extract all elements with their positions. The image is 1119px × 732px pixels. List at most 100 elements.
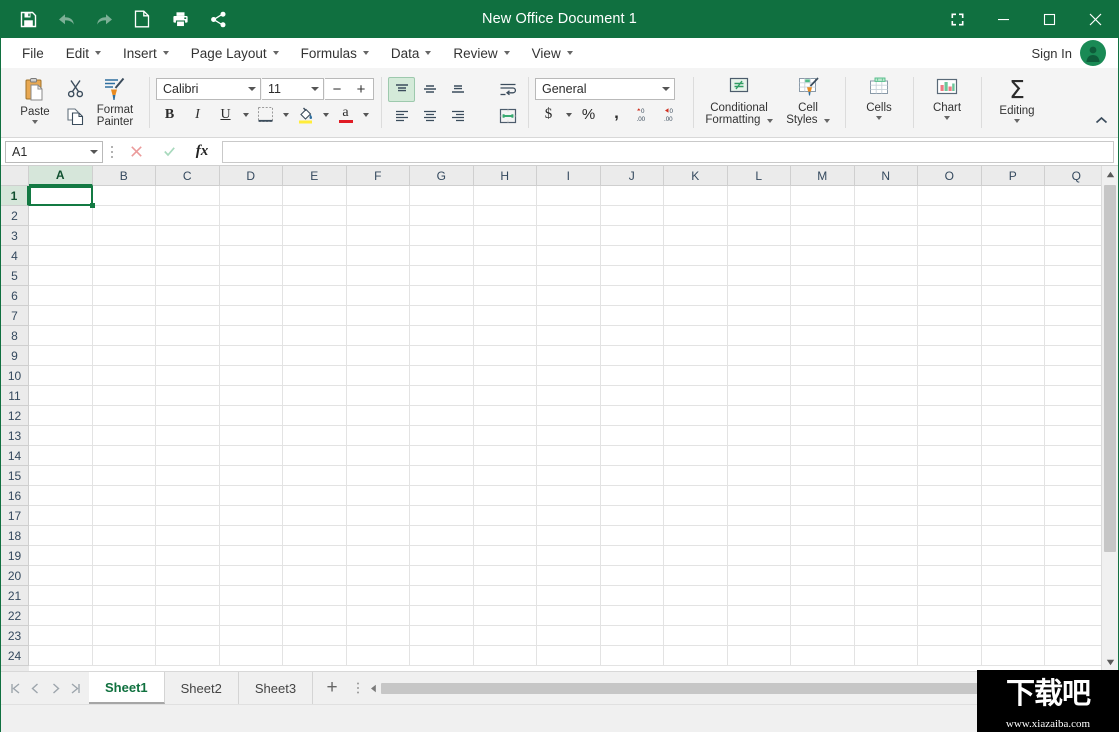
cell-C17[interactable] bbox=[156, 506, 220, 526]
cell-A22[interactable] bbox=[29, 606, 93, 626]
cell-Q4[interactable] bbox=[1045, 246, 1101, 266]
cell-B3[interactable] bbox=[92, 226, 156, 246]
cell-A4[interactable] bbox=[29, 246, 93, 266]
cell-L1[interactable] bbox=[727, 186, 791, 206]
cell-D22[interactable] bbox=[219, 606, 283, 626]
cell-H13[interactable] bbox=[473, 426, 537, 446]
cell-C3[interactable] bbox=[156, 226, 220, 246]
cell-N9[interactable] bbox=[854, 346, 918, 366]
cell-N24[interactable] bbox=[854, 646, 918, 666]
cell-O2[interactable] bbox=[918, 206, 982, 226]
row-header-15[interactable]: 15 bbox=[1, 466, 29, 486]
cell-K9[interactable] bbox=[664, 346, 728, 366]
cell-L7[interactable] bbox=[727, 306, 791, 326]
scroll-down-button[interactable] bbox=[1102, 654, 1118, 671]
cell-M22[interactable] bbox=[791, 606, 855, 626]
cell-B2[interactable] bbox=[92, 206, 156, 226]
cell-J17[interactable] bbox=[600, 506, 664, 526]
cell-K15[interactable] bbox=[664, 466, 728, 486]
decrease-font-size-button[interactable]: − bbox=[325, 79, 349, 99]
cell-K1[interactable] bbox=[664, 186, 728, 206]
cell-G10[interactable] bbox=[410, 366, 474, 386]
vertical-scrollbar[interactable] bbox=[1101, 166, 1118, 671]
cell-P3[interactable] bbox=[981, 226, 1045, 246]
cell-Q22[interactable] bbox=[1045, 606, 1101, 626]
cell-C1[interactable] bbox=[156, 186, 220, 206]
cell-G13[interactable] bbox=[410, 426, 474, 446]
cell-M23[interactable] bbox=[791, 626, 855, 646]
cell-A10[interactable] bbox=[29, 366, 93, 386]
cell-C22[interactable] bbox=[156, 606, 220, 626]
increase-font-size-button[interactable]: + bbox=[349, 79, 373, 99]
cell-E11[interactable] bbox=[283, 386, 347, 406]
cell-N14[interactable] bbox=[854, 446, 918, 466]
cell-A7[interactable] bbox=[29, 306, 93, 326]
editing-button[interactable]: Σ Editing bbox=[988, 72, 1046, 134]
cell-H8[interactable] bbox=[473, 326, 537, 346]
cell-K5[interactable] bbox=[664, 266, 728, 286]
menu-item-view[interactable]: View bbox=[521, 40, 584, 66]
currency-button[interactable]: $ bbox=[535, 102, 562, 127]
cell-B10[interactable] bbox=[92, 366, 156, 386]
cell-C14[interactable] bbox=[156, 446, 220, 466]
cell-P15[interactable] bbox=[981, 466, 1045, 486]
row-header-1[interactable]: 1 bbox=[1, 186, 29, 206]
row-header-13[interactable]: 13 bbox=[1, 426, 29, 446]
cell-N2[interactable] bbox=[854, 206, 918, 226]
new-document-button[interactable] bbox=[123, 0, 161, 38]
copy-button[interactable] bbox=[62, 104, 88, 130]
cell-styles-button[interactable]: Cell Styles bbox=[778, 72, 838, 134]
cell-H2[interactable] bbox=[473, 206, 537, 226]
cell-Q24[interactable] bbox=[1045, 646, 1101, 666]
cell-H21[interactable] bbox=[473, 586, 537, 606]
cell-G7[interactable] bbox=[410, 306, 474, 326]
cell-A1[interactable] bbox=[29, 186, 93, 206]
cell-J11[interactable] bbox=[600, 386, 664, 406]
cell-I22[interactable] bbox=[537, 606, 601, 626]
cell-O13[interactable] bbox=[918, 426, 982, 446]
cell-L3[interactable] bbox=[727, 226, 791, 246]
menu-item-review[interactable]: Review bbox=[442, 40, 520, 66]
cell-O9[interactable] bbox=[918, 346, 982, 366]
cell-J13[interactable] bbox=[600, 426, 664, 446]
cell-A23[interactable] bbox=[29, 626, 93, 646]
cell-D23[interactable] bbox=[219, 626, 283, 646]
cell-N21[interactable] bbox=[854, 586, 918, 606]
cell-C8[interactable] bbox=[156, 326, 220, 346]
cell-N3[interactable] bbox=[854, 226, 918, 246]
cell-F23[interactable] bbox=[346, 626, 410, 646]
horizontal-scroll-thumb[interactable] bbox=[381, 682, 1030, 694]
scroll-up-button[interactable] bbox=[1102, 166, 1118, 183]
cell-N11[interactable] bbox=[854, 386, 918, 406]
borders-dropdown[interactable] bbox=[280, 102, 291, 127]
cell-J18[interactable] bbox=[600, 526, 664, 546]
cell-Q7[interactable] bbox=[1045, 306, 1101, 326]
row-header-16[interactable]: 16 bbox=[1, 486, 29, 506]
cell-I9[interactable] bbox=[537, 346, 601, 366]
save-button[interactable] bbox=[9, 0, 47, 38]
column-header-d[interactable]: D bbox=[219, 166, 283, 186]
cell-L5[interactable] bbox=[727, 266, 791, 286]
cell-E2[interactable] bbox=[283, 206, 347, 226]
align-center-button[interactable] bbox=[416, 104, 443, 129]
cell-P13[interactable] bbox=[981, 426, 1045, 446]
scroll-left-button[interactable] bbox=[365, 680, 381, 697]
cut-button[interactable] bbox=[62, 76, 88, 102]
cell-C20[interactable] bbox=[156, 566, 220, 586]
font-color-button[interactable]: a bbox=[332, 102, 359, 127]
cell-D19[interactable] bbox=[219, 546, 283, 566]
cell-O16[interactable] bbox=[918, 486, 982, 506]
cell-M15[interactable] bbox=[791, 466, 855, 486]
cell-O4[interactable] bbox=[918, 246, 982, 266]
cell-H23[interactable] bbox=[473, 626, 537, 646]
cell-B9[interactable] bbox=[92, 346, 156, 366]
row-header-7[interactable]: 7 bbox=[1, 306, 29, 326]
cell-M20[interactable] bbox=[791, 566, 855, 586]
cell-D5[interactable] bbox=[219, 266, 283, 286]
cell-D10[interactable] bbox=[219, 366, 283, 386]
cell-H11[interactable] bbox=[473, 386, 537, 406]
fill-color-button[interactable] bbox=[292, 102, 319, 127]
cell-C6[interactable] bbox=[156, 286, 220, 306]
last-sheet-button[interactable] bbox=[65, 674, 85, 702]
cell-B24[interactable] bbox=[92, 646, 156, 666]
